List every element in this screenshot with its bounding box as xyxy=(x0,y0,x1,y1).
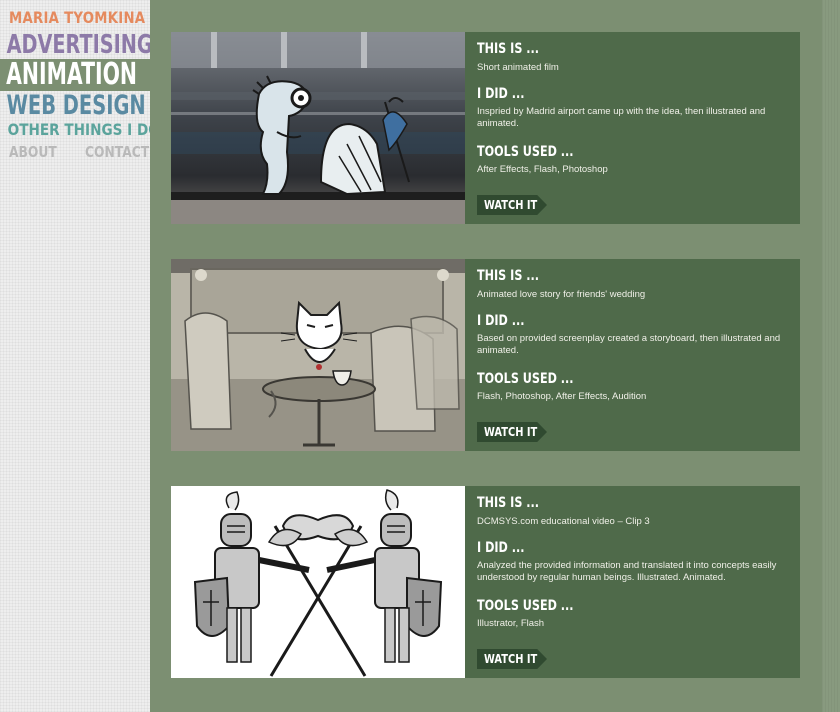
right-edge-strip xyxy=(822,0,840,712)
watch-it-button[interactable]: WATCH IT xyxy=(477,195,547,215)
watch-it-label: WATCH IT xyxy=(484,652,538,666)
this-is-text: Animated love story for friends' wedding xyxy=(477,289,646,300)
i-did-heading: I DID ... xyxy=(477,313,525,329)
i-did-text: Based on provided screenplay created a s… xyxy=(477,333,781,356)
tools-used-heading: TOOLS USED ... xyxy=(477,598,574,614)
tools-used-text: Flash, Photoshop, After Effects, Auditio… xyxy=(477,391,647,402)
project-thumbnail-knights[interactable] xyxy=(171,486,465,678)
watch-it-label: WATCH IT xyxy=(484,425,538,439)
project-card-3: THIS IS ... DCMSYS.com educational video… xyxy=(171,486,800,678)
watch-it-button[interactable]: WATCH IT xyxy=(477,649,547,669)
nav-animation-label: ANIMATION xyxy=(6,59,137,91)
nav-web-design[interactable]: WEB DESIGN xyxy=(0,91,150,121)
tools-used-text: Illustrator, Flash xyxy=(477,618,545,629)
project-thumbnail-dinosaur[interactable] xyxy=(171,32,465,224)
nav-other-things-label: OTHER THINGS I DO xyxy=(7,120,150,139)
contact-link[interactable]: CONTACT xyxy=(85,143,149,161)
i-did-text: Inspried by Madrid airport came up with … xyxy=(477,106,766,129)
nav-other-things[interactable]: OTHER THINGS I DO xyxy=(0,120,150,140)
tools-used-heading: TOOLS USED ... xyxy=(477,144,574,160)
project-thumbnail-cats-wedding[interactable] xyxy=(171,259,465,451)
i-did-heading: I DID ... xyxy=(477,86,525,102)
watch-it-button[interactable]: WATCH IT xyxy=(477,422,547,442)
this-is-text: Short animated film xyxy=(477,62,559,73)
project-card-1: THIS IS ... Short animated film I DID ..… xyxy=(171,32,800,224)
nav-animation[interactable]: ANIMATION xyxy=(0,59,150,91)
nav-advertising-label: ADVERTISING xyxy=(6,30,150,60)
tools-used-text: After Effects, Flash, Photoshop xyxy=(477,164,608,175)
sidebar: MARIA TYOMKINA ADVERTISING ANIMATION WEB… xyxy=(0,0,150,712)
this-is-heading: THIS IS ... xyxy=(477,495,540,511)
project-info-1: THIS IS ... Short animated film I DID ..… xyxy=(477,32,789,224)
nav-advertising[interactable]: ADVERTISING xyxy=(0,30,150,60)
watch-it-label: WATCH IT xyxy=(484,198,538,212)
project-info-3: THIS IS ... DCMSYS.com educational video… xyxy=(477,486,789,678)
site-title[interactable]: MARIA TYOMKINA xyxy=(9,8,145,27)
this-is-heading: THIS IS ... xyxy=(477,268,540,284)
about-link[interactable]: ABOUT xyxy=(9,143,57,161)
nav-web-design-label: WEB DESIGN xyxy=(6,91,146,121)
this-is-text: DCMSYS.com educational video – Clip 3 xyxy=(477,516,650,527)
this-is-heading: THIS IS ... xyxy=(477,41,540,57)
project-info-2: THIS IS ... Animated love story for frie… xyxy=(477,259,789,451)
project-card-2: THIS IS ... Animated love story for frie… xyxy=(171,259,800,451)
tools-used-heading: TOOLS USED ... xyxy=(477,371,574,387)
i-did-text: Analyzed the provided information and tr… xyxy=(477,560,777,583)
i-did-heading: I DID ... xyxy=(477,540,525,556)
